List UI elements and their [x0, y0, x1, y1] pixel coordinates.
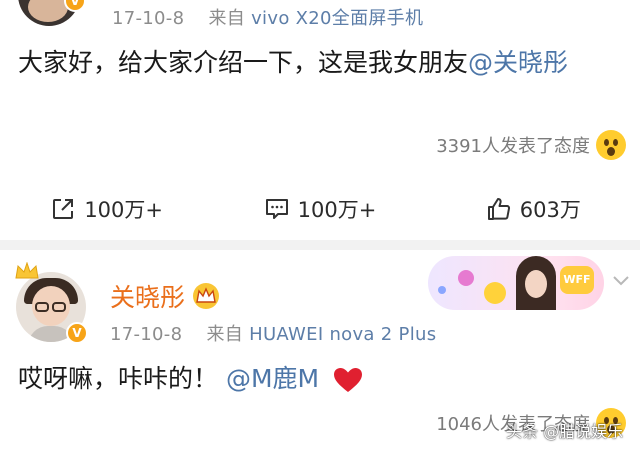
post1-reactions[interactable]: 3391人发表了态度 [436, 130, 626, 160]
post-source-device[interactable]: HUAWEI nova 2 Plus [249, 324, 436, 345]
banner-photo [516, 256, 556, 310]
watermark: 头条 @腊说娱乐 [506, 422, 624, 441]
like-count: 603万 [519, 198, 581, 222]
chevron-down-icon[interactable] [612, 274, 630, 288]
post-source-prefix: 来自 [206, 324, 244, 345]
banner-label: WFF [560, 266, 594, 294]
mention-link[interactable]: @关晓彤 [468, 48, 568, 77]
comment-count: 100万+ [297, 198, 377, 222]
post-text: 大家好，给大家介绍一下，这是我女朋友 [18, 48, 469, 77]
verified-badge-icon: V [66, 322, 88, 344]
decor-ball [458, 270, 474, 286]
weibo-post-1: V 17-10-8 来自 vivo X20全面屏手机 大家好，给大家介绍一下，这… [0, 0, 640, 243]
post-date: 17-10-8 [112, 8, 185, 29]
duck-icon [484, 282, 506, 304]
surprised-emoji-icon [596, 130, 626, 160]
post-divider [0, 240, 640, 250]
fan-banner[interactable]: WFF [428, 256, 604, 310]
comment-icon [265, 199, 288, 219]
like-button[interactable]: 603万 [427, 186, 640, 232]
post1-avatar[interactable]: V [18, 0, 90, 26]
post-text: 哎呀嘛，咔咔的！ [18, 364, 219, 393]
post-source-prefix: 来自 [208, 8, 246, 29]
post2-meta: 17-10-8 来自 HUAWEI nova 2 Plus [110, 320, 436, 346]
thumbs-up-icon [487, 198, 510, 220]
post-source-device[interactable]: vivo X20全面屏手机 [251, 8, 423, 29]
crown-badge-icon [193, 283, 220, 309]
post1-content: 大家好，给大家介绍一下，这是我女朋友@关晓彤 [18, 44, 618, 82]
username-text: 关晓彤 [110, 283, 186, 312]
mention-link[interactable]: @M鹿M [226, 364, 319, 393]
post-date: 17-10-8 [110, 324, 183, 345]
heart-icon [334, 368, 363, 392]
comment-button[interactable]: 100万+ [213, 186, 426, 232]
share-count: 100万+ [84, 198, 163, 222]
post2-username[interactable]: 关晓彤 [110, 278, 220, 314]
crown-icon [15, 262, 39, 279]
decor-dot [438, 286, 446, 294]
post2-content: 哎呀嘛，咔咔的！ @M鹿M [18, 360, 363, 398]
share-icon [53, 199, 74, 219]
post1-action-bar: 100万+ 100万+ 603万 [0, 186, 640, 232]
reactions-count: 3391人发表了态度 [436, 136, 590, 157]
post1-meta: 17-10-8 来自 vivo X20全面屏手机 [112, 4, 423, 30]
share-button[interactable]: 100万+ [0, 186, 213, 232]
